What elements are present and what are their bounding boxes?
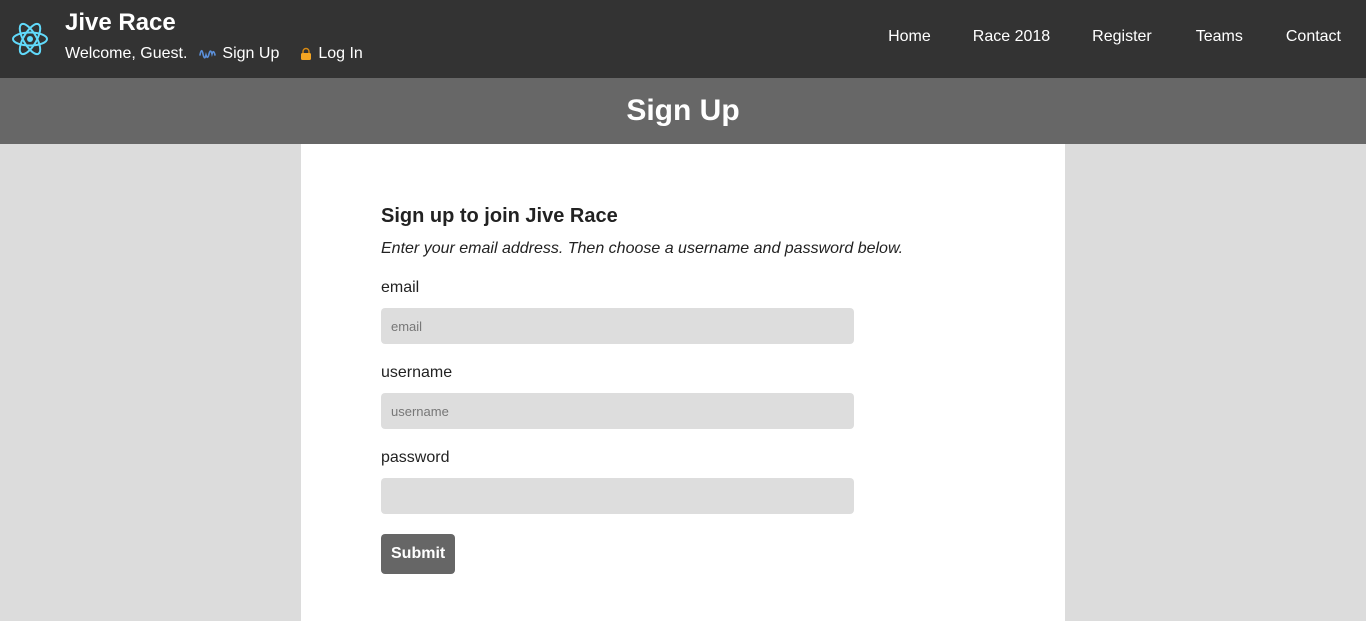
login-link[interactable]: Log In — [299, 45, 363, 63]
username-field[interactable] — [381, 393, 854, 429]
username-label: username — [381, 364, 453, 381]
wave-icon — [199, 49, 217, 59]
welcome-text: Welcome, Guest. — [65, 45, 188, 62]
signup-card: Sign up to join Jive Race Enter your ema… — [301, 144, 1065, 621]
signup-link[interactable]: Sign Up — [199, 45, 279, 63]
site-title[interactable]: Jive Race — [65, 9, 176, 37]
nav-home[interactable]: Home — [888, 28, 931, 48]
nav-register[interactable]: Register — [1092, 28, 1152, 48]
password-label: password — [381, 449, 450, 466]
submit-button[interactable]: Submit — [381, 534, 456, 574]
page-banner: Sign Up — [0, 78, 1366, 144]
nav-race-2018[interactable]: Race 2018 — [973, 28, 1050, 48]
atom-logo-icon[interactable] — [11, 20, 49, 58]
top-navbar: Jive Race Welcome, Guest. Sign Up Log In… — [0, 0, 1366, 78]
form-heading: Sign up to join Jive Race — [381, 205, 618, 227]
password-field[interactable] — [381, 478, 854, 514]
page-title: Sign Up — [626, 94, 740, 127]
main-nav: Home Race 2018 Register Teams Contact — [888, 28, 1366, 48]
signup-link-label[interactable]: Sign Up — [222, 45, 279, 63]
form-instructions: Enter your email address. Then choose a … — [381, 240, 904, 257]
lock-icon — [301, 47, 312, 60]
nav-teams[interactable]: Teams — [1196, 28, 1243, 48]
login-link-label[interactable]: Log In — [318, 45, 362, 63]
nav-contact[interactable]: Contact — [1286, 28, 1341, 48]
email-field[interactable] — [381, 308, 854, 344]
user-status-line: Welcome, Guest. Sign Up Log In — [65, 44, 363, 64]
email-label: email — [381, 279, 420, 296]
signup-form: Sign up to join Jive Race Enter your ema… — [381, 203, 981, 574]
